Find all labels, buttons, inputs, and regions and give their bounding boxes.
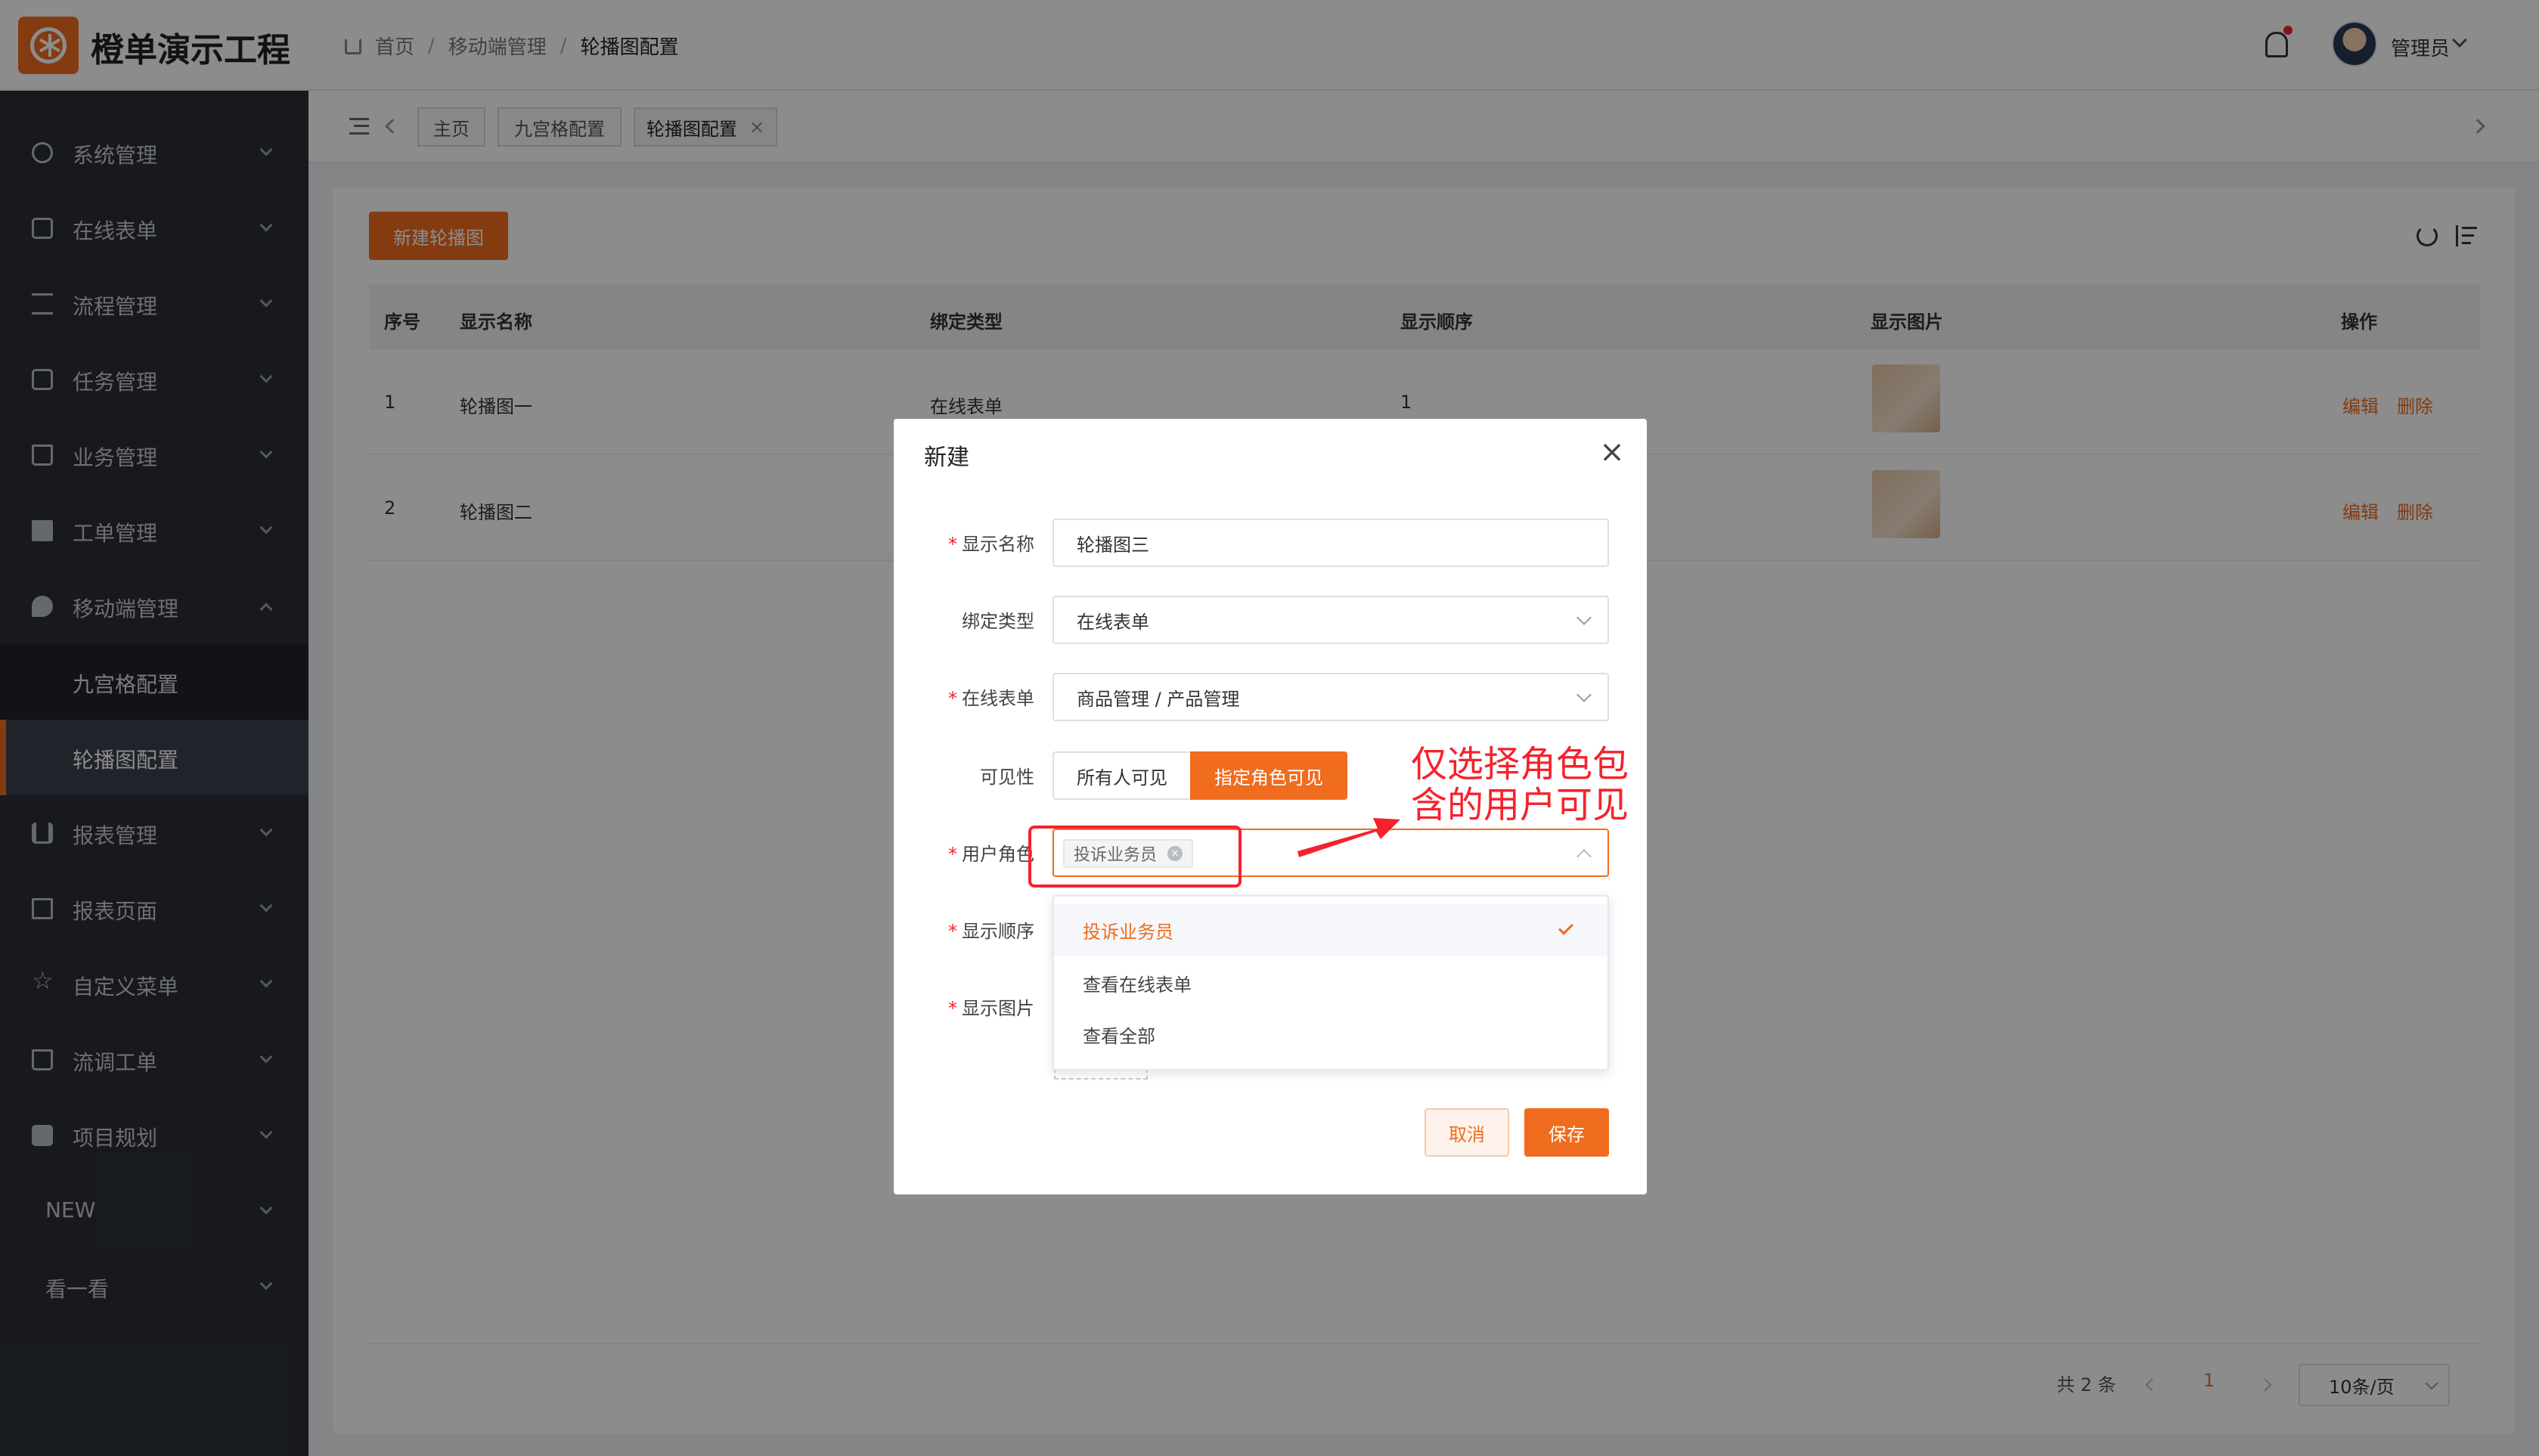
- annotation-text: 仅选择角色包含的用户可见: [1411, 743, 1629, 826]
- annotation-arrow: [1297, 818, 1400, 857]
